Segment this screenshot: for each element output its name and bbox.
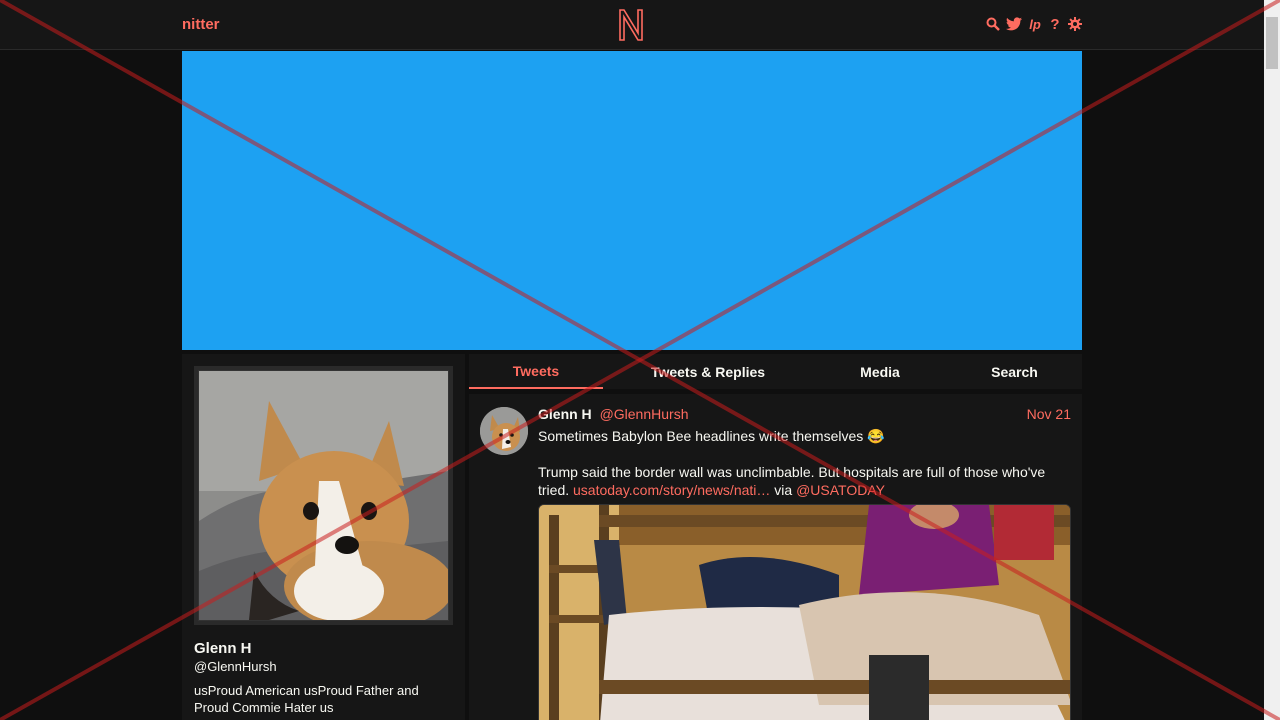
settings-icon[interactable] bbox=[1068, 16, 1082, 32]
tweet-avatar[interactable] bbox=[480, 407, 528, 455]
tweet-text-line1: Sometimes Babylon Bee headlines write th… bbox=[538, 428, 885, 444]
twitter-bird-icon[interactable] bbox=[1006, 16, 1022, 32]
tweet-mention[interactable]: @USATODAY bbox=[796, 482, 885, 498]
tweet-date[interactable]: Nov 21 bbox=[1027, 406, 1071, 422]
profile-avatar[interactable] bbox=[198, 370, 449, 621]
nitter-logo-icon bbox=[619, 9, 643, 41]
search-icon[interactable] bbox=[986, 16, 1000, 32]
tab-tweets-replies[interactable]: Tweets & Replies bbox=[603, 354, 813, 389]
profile-bio: usProud American usProud Father and Prou… bbox=[194, 683, 419, 715]
help-icon[interactable]: ? bbox=[1048, 16, 1062, 33]
scrollbar-thumb[interactable] bbox=[1266, 17, 1278, 69]
profile-username[interactable]: @GlennHursh bbox=[194, 659, 277, 674]
tweet-fullname[interactable]: Glenn H bbox=[538, 406, 592, 422]
profile-banner[interactable] bbox=[182, 51, 1082, 350]
brand-link[interactable]: nitter bbox=[182, 16, 220, 33]
page-scrollbar[interactable] bbox=[1264, 0, 1280, 720]
tab-media[interactable]: Media bbox=[813, 354, 947, 389]
navbar: nitter lp ? bbox=[0, 0, 1264, 50]
corgi-photo bbox=[199, 371, 448, 620]
tweet-content: Sometimes Babylon Bee headlines write th… bbox=[538, 427, 1071, 499]
nav-icons: lp ? bbox=[986, 16, 1082, 33]
lp-icon[interactable]: lp bbox=[1028, 16, 1042, 32]
tab-tweets[interactable]: Tweets bbox=[469, 354, 603, 389]
profile-tabs: Tweets Tweets & Replies Media Search bbox=[469, 354, 1082, 389]
tweet-username[interactable]: @GlennHursh bbox=[600, 406, 689, 422]
tweet-via: via bbox=[774, 482, 793, 498]
timeline: Glenn H @GlennHursh Nov 21 Sometimes Bab… bbox=[469, 394, 1082, 720]
profile-card: Glenn H @GlennHursh usProud American usP… bbox=[182, 354, 465, 720]
profile-avatar-frame[interactable] bbox=[194, 366, 453, 625]
tab-search[interactable]: Search bbox=[947, 354, 1082, 389]
tweet-link[interactable]: usatoday.com/story/news/nati… bbox=[573, 482, 770, 498]
tweet-header: Glenn H @GlennHursh bbox=[538, 406, 688, 422]
tweet-media-image[interactable] bbox=[538, 504, 1071, 720]
tweet-text-line2: Trump said the border wall was unclimbab… bbox=[538, 463, 1071, 499]
tweet-photo bbox=[539, 505, 1070, 720]
profile-fullname[interactable]: Glenn H bbox=[194, 640, 252, 657]
tweet-avatar-image bbox=[480, 407, 528, 455]
nitter-logo[interactable] bbox=[617, 8, 645, 47]
